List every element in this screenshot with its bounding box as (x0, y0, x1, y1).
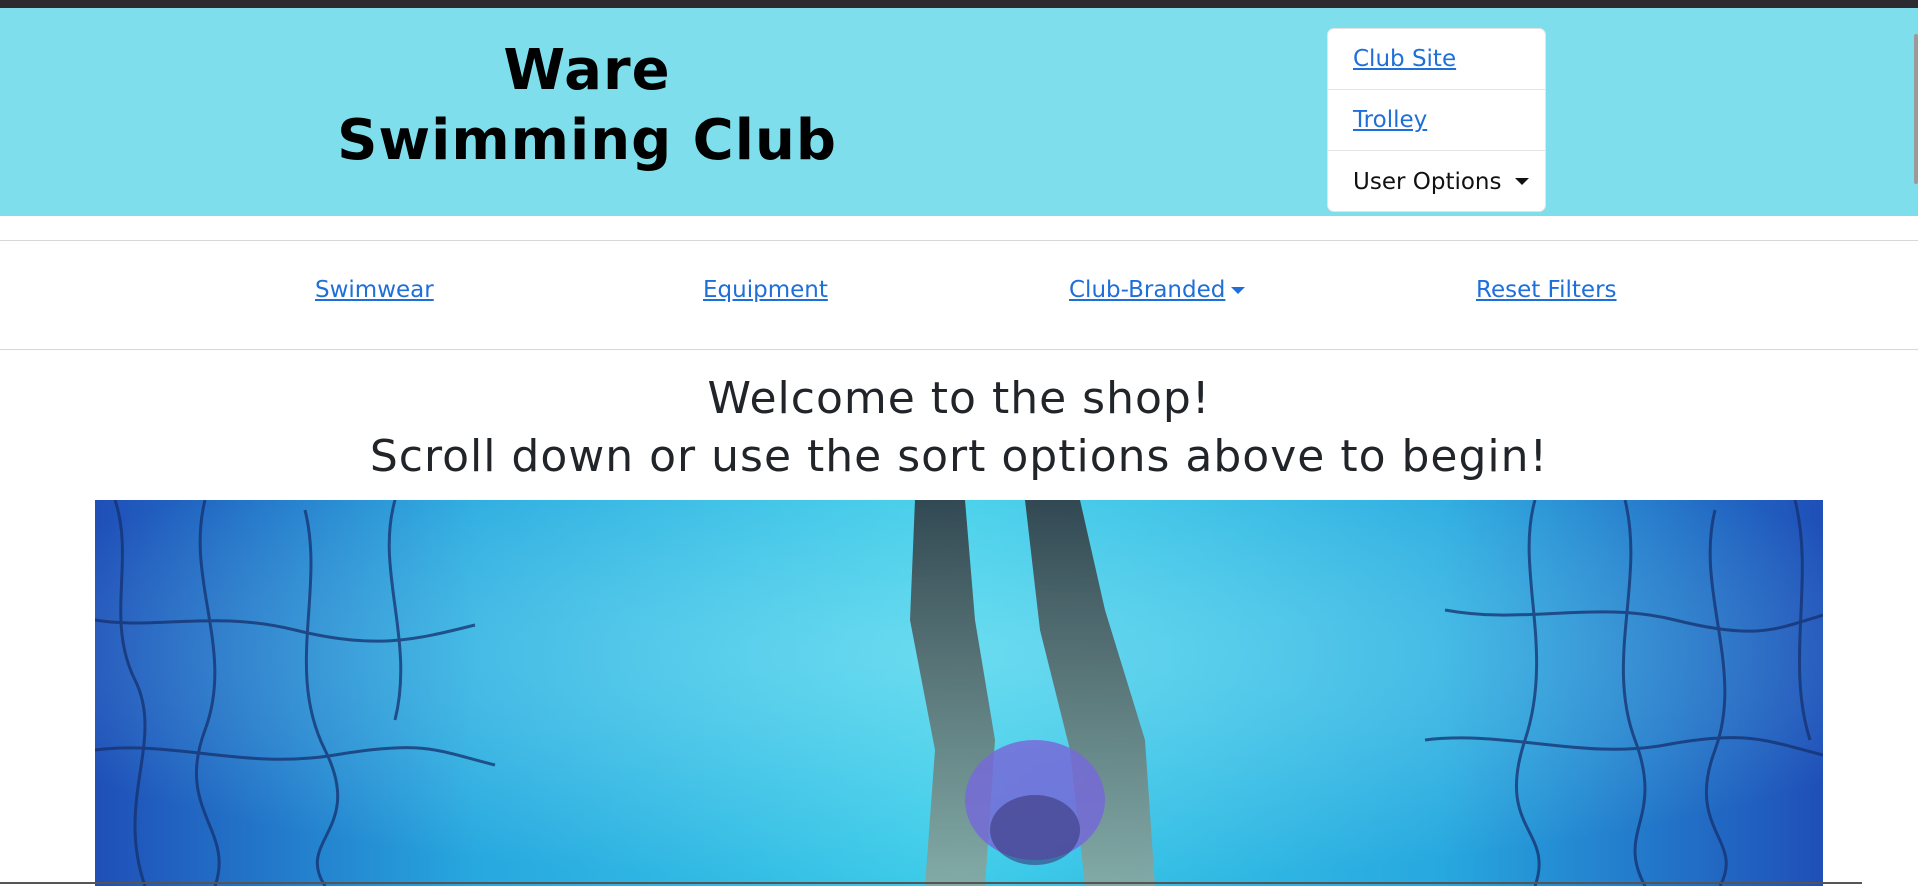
caret-down-icon (1515, 178, 1530, 185)
nav-club-branded-label: Club-Branded (1069, 277, 1226, 303)
user-options-label: User Options (1353, 168, 1502, 195)
hero-image (95, 500, 1823, 886)
user-options-dropdown[interactable]: User Options (1328, 151, 1545, 212)
menu-item-trolley: Trolley (1328, 90, 1545, 151)
club-title-line1: Ware (503, 38, 671, 103)
page-scrollbar[interactable] (1914, 34, 1918, 184)
browser-top-bar (0, 0, 1918, 8)
welcome-line2: Scroll down or use the sort options abov… (369, 431, 1549, 482)
welcome-line1: Welcome to the shop! (707, 373, 1211, 424)
nav-equipment[interactable]: Equipment (703, 277, 828, 303)
club-site-link[interactable]: Club Site (1353, 46, 1456, 72)
category-navbar: Swimwear Equipment Club-Branded Reset Fi… (0, 240, 1918, 350)
nav-swimwear[interactable]: Swimwear (315, 277, 434, 303)
caret-down-icon (1231, 287, 1246, 294)
nav-reset-filters[interactable]: Reset Filters (1476, 277, 1617, 303)
club-title: Ware Swimming Club (300, 36, 874, 176)
page-divider (0, 882, 1862, 884)
club-title-line2: Swimming Club (337, 108, 837, 173)
swimmer-underwater-photo-icon (95, 500, 1823, 886)
nav-club-branded[interactable]: Club-Branded (1069, 277, 1246, 303)
trolley-link[interactable]: Trolley (1353, 107, 1427, 133)
menu-item-club-site: Club Site (1328, 29, 1545, 90)
user-menu: Club Site Trolley User Options (1327, 28, 1546, 212)
welcome-message: Welcome to the shop! Scroll down or use … (0, 370, 1918, 486)
site-header: Ware Swimming Club Club Site Trolley Use… (0, 8, 1918, 216)
